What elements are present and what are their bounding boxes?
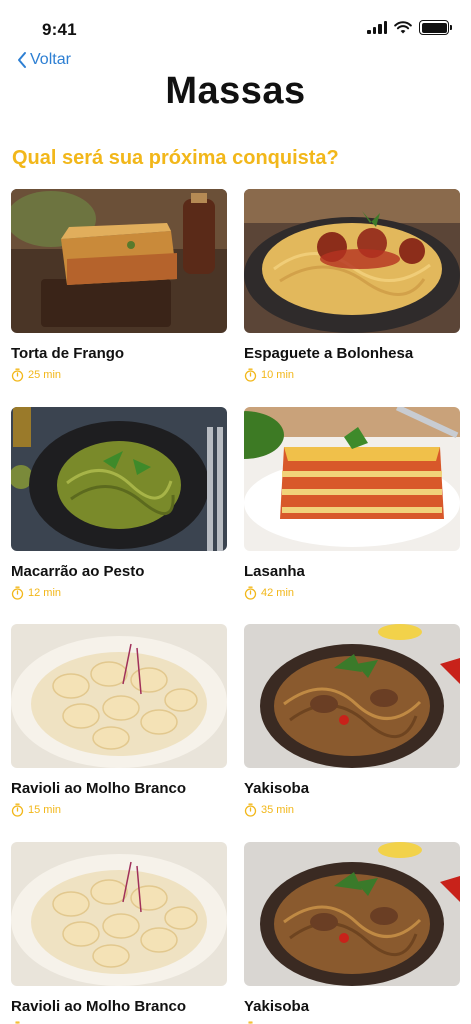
recipe-time: 42 min bbox=[244, 586, 460, 600]
recipe-time: 10 min bbox=[244, 368, 460, 382]
recipe-title: Yakisoba bbox=[244, 997, 310, 1015]
recipe-card[interactable]: Espaguete a Bolonhesa 10 min bbox=[244, 189, 460, 407]
recipe-title: Torta de Frango bbox=[11, 345, 125, 362]
recipe-time bbox=[244, 1021, 460, 1024]
recipe-title: Espaguete a Bolonhesa bbox=[244, 345, 414, 362]
battery-icon bbox=[419, 20, 452, 35]
wifi-icon bbox=[394, 21, 412, 34]
timer-icon bbox=[11, 586, 24, 600]
recipe-time bbox=[11, 1021, 227, 1024]
back-button[interactable]: Voltar bbox=[16, 51, 71, 69]
recipe-time-label: 15 min bbox=[28, 804, 62, 816]
recipe-title: Yakisoba bbox=[244, 780, 310, 797]
timer-icon bbox=[244, 803, 257, 817]
recipe-card[interactable]: Torta de Frango 25 min bbox=[11, 189, 227, 407]
recipe-time: 35 min bbox=[244, 803, 460, 817]
recipe-title: Lasanha bbox=[244, 562, 305, 580]
recipe-time-label: 12 min bbox=[28, 586, 62, 599]
status-icons bbox=[367, 20, 452, 35]
recipe-card[interactable]: Yakisoba bbox=[244, 841, 460, 1024]
page-title: Massas bbox=[165, 70, 306, 112]
recipe-image-yakisoba[interactable] bbox=[244, 841, 460, 986]
timer-icon bbox=[244, 368, 257, 382]
recipe-card[interactable]: Macarrão ao Pesto 12 min bbox=[11, 406, 227, 625]
status-bar: 9:41 bbox=[0, 0, 471, 54]
recipe-image-chicken-pie[interactable] bbox=[11, 189, 227, 333]
recipe-card[interactable]: Yakisoba 35 min bbox=[244, 624, 460, 842]
timer-icon bbox=[14, 1021, 21, 1024]
recipe-time: 12 min bbox=[11, 586, 227, 600]
recipe-card[interactable]: Ravioli ao Molho Branco bbox=[11, 841, 227, 1024]
recipe-image-lasagna[interactable] bbox=[244, 406, 460, 551]
timer-icon bbox=[247, 1021, 254, 1024]
recipe-time-label: 10 min bbox=[261, 369, 295, 381]
recipe-time-label: 25 min bbox=[28, 369, 62, 381]
recipe-image-spaghetti-meatballs[interactable] bbox=[244, 189, 460, 333]
recipe-image-yakisoba[interactable] bbox=[244, 624, 460, 768]
recipe-time-label: 35 min bbox=[261, 804, 295, 816]
recipe-card[interactable]: Lasanha 42 min bbox=[244, 406, 460, 625]
recipe-card[interactable]: Ravioli ao Molho Branco 15 min bbox=[11, 624, 227, 842]
recipe-time: 25 min bbox=[11, 368, 227, 382]
recipe-image-pesto-pasta[interactable] bbox=[11, 406, 227, 551]
cellular-signal-icon bbox=[367, 21, 387, 34]
recipe-time: 15 min bbox=[11, 803, 227, 817]
recipe-image-ravioli[interactable] bbox=[11, 841, 227, 986]
recipe-title: Macarrão ao Pesto bbox=[11, 562, 145, 580]
chevron-left-icon bbox=[18, 52, 26, 68]
status-time: 9:41 bbox=[42, 20, 77, 39]
recipe-title: Ravioli ao Molho Branco bbox=[11, 780, 187, 797]
timer-icon bbox=[244, 586, 257, 600]
section-heading: Qual será sua próxima conquista? bbox=[12, 147, 339, 169]
timer-icon bbox=[11, 368, 24, 382]
recipe-title: Ravioli ao Molho Branco bbox=[11, 997, 187, 1015]
recipe-grid: Torta de Frango 25 min Espaguete a Bolonh… bbox=[11, 189, 461, 1024]
recipe-time-label: 42 min bbox=[261, 586, 295, 599]
recipe-image-ravioli[interactable] bbox=[11, 624, 227, 768]
back-label: Voltar bbox=[30, 51, 71, 68]
timer-icon bbox=[11, 803, 24, 817]
